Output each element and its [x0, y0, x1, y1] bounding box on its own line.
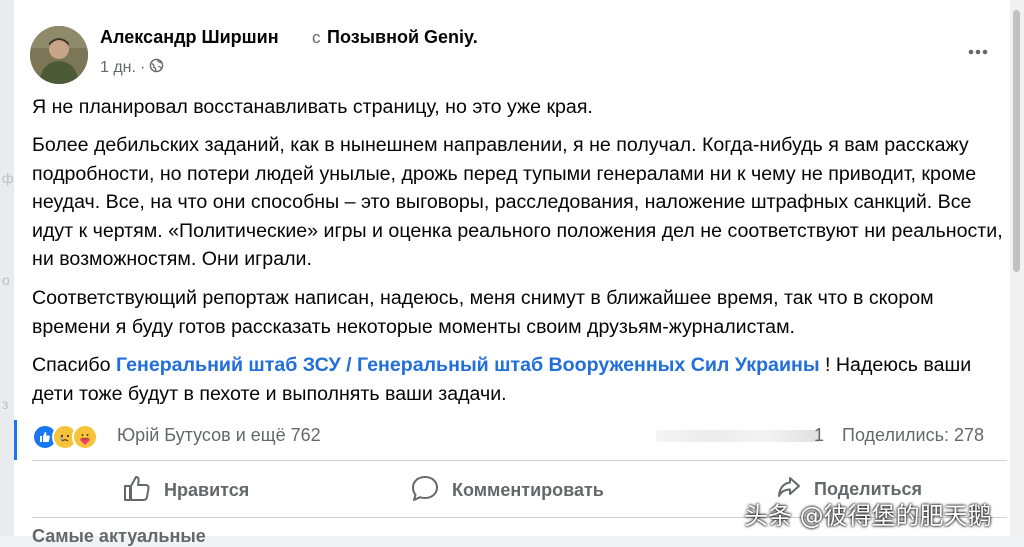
background-glyph: ф: [2, 170, 14, 186]
more-options-icon[interactable]: [966, 40, 990, 64]
partial-comment-count[interactable]: 1: [814, 425, 824, 446]
post-author-name[interactable]: Александр Ширшин: [100, 27, 279, 48]
blurred-count-area: [656, 430, 820, 442]
post-paragraph: Соответствующий репортаж написан, надеюс…: [32, 287, 934, 338]
background-glyph: з: [2, 396, 9, 412]
post-time[interactable]: 1 дн.: [100, 59, 136, 77]
focus-accent-line: [14, 420, 17, 460]
post-paragraph: Я не планировал восстанавливать страницу…: [32, 96, 593, 118]
share-count[interactable]: Поделились: 278: [842, 425, 984, 446]
care-icon: [72, 424, 98, 450]
scrollbar-thumb[interactable]: [1013, 10, 1020, 272]
group-separator: с: [312, 28, 321, 47]
comment-bubble-icon: [410, 474, 440, 507]
reaction-icons[interactable]: [32, 424, 98, 450]
post-group-name[interactable]: Позывной Geniy.: [327, 27, 478, 48]
post-meta: 1 дн. ·: [100, 58, 164, 78]
like-label: Нравится: [164, 480, 250, 500]
author-avatar[interactable]: [30, 26, 88, 84]
reaction-summary[interactable]: Юрій Бутусов и ещё 762: [117, 425, 321, 446]
globe-icon: [149, 58, 164, 78]
thanks-prefix: Спасибо: [32, 354, 116, 376]
like-button[interactable]: Нравится: [122, 474, 249, 507]
post-paragraph-thanks: Спасибо Генеральний штаб ЗСУ / Генеральн…: [32, 351, 1012, 408]
comment-label: Комментировать: [452, 480, 604, 500]
meta-dot: ·: [139, 59, 146, 76]
thumbs-up-icon: [122, 474, 152, 507]
comments-filter[interactable]: Самые актуальные: [32, 526, 206, 547]
background-glyph: о: [2, 272, 10, 288]
general-staff-link[interactable]: Генеральний штаб ЗСУ / Генеральный штаб …: [116, 354, 820, 376]
divider-top: [32, 460, 1007, 461]
comment-button[interactable]: Комментировать: [410, 474, 604, 507]
watermark-text: 头条 @彼得堡的肥天鹅: [744, 502, 992, 530]
post-paragraph: Более дебильских заданий, как в нынешнем…: [32, 134, 1003, 270]
background-page-strip: ф о з: [0, 0, 14, 536]
